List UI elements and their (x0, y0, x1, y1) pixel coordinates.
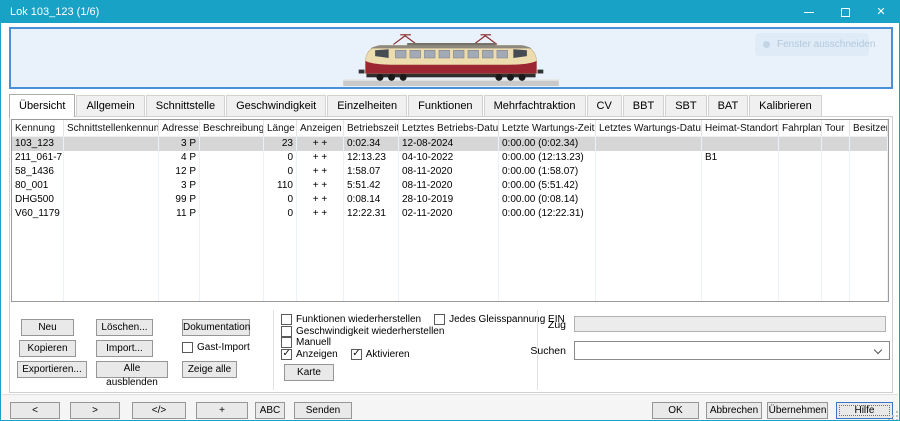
fenster-ausschneiden-label: Fenster ausschneiden (777, 39, 875, 50)
tab-bat[interactable]: BAT (708, 95, 749, 116)
maximize-icon (841, 8, 850, 17)
tab-einzelheiten[interactable]: Einzelheiten (327, 95, 407, 116)
suchen-combobox[interactable] (574, 341, 890, 360)
column-header-letztes_wartungs_datum[interactable]: Letztes Wartungs-Datum (596, 120, 702, 136)
checkbox-box (281, 314, 292, 325)
column-header-heimat_standort[interactable]: Heimat-Standort (702, 120, 779, 136)
table-filler (12, 221, 888, 301)
karte-button[interactable]: Karte (284, 364, 334, 381)
hilfe-button[interactable]: Hilfe (836, 402, 893, 419)
aktivieren-checkbox[interactable]: Aktivieren (351, 349, 410, 360)
tab-übersicht[interactable]: Übersicht (9, 94, 75, 117)
column-header-anzeigen[interactable]: Anzeigen (297, 120, 344, 136)
tab-kalibrieren[interactable]: Kalibrieren (749, 95, 822, 116)
plus-button[interactable]: + (196, 402, 248, 419)
column-header-tour[interactable]: Tour (822, 120, 850, 136)
chevron-down-icon (874, 346, 882, 354)
compare-button[interactable]: </> (132, 402, 186, 419)
snip-dot-icon (763, 41, 770, 48)
table-row[interactable]: 211_061-74 P0+ +12:13.2304-10-20220:00.0… (12, 151, 888, 165)
exportieren-button[interactable]: Exportieren... (17, 361, 87, 378)
column-header-besitzer[interactable]: Besitzer (850, 120, 888, 136)
column-header-laenge[interactable]: Länge (264, 120, 297, 136)
ok-button[interactable]: OK (652, 402, 699, 419)
fenster-ausschneiden-ghost-button[interactable]: Fenster ausschneiden (755, 33, 869, 56)
kopieren-button[interactable]: Kopieren (19, 340, 76, 357)
table-row[interactable]: V60_117911 P0+ +12:22.3102-11-20200:00.0… (12, 207, 888, 221)
tab-funktionen[interactable]: Funktionen (408, 95, 482, 116)
loco-table: KennungSchnittstellenkennungAdresseBesch… (11, 119, 889, 302)
column-header-betriebszeit[interactable]: Betriebszeit (344, 120, 399, 136)
table-header: KennungSchnittstellenkennungAdresseBesch… (12, 120, 888, 137)
column-header-fahrplan[interactable]: Fahrplan (779, 120, 822, 136)
manuell-checkbox[interactable]: Manuell (281, 337, 331, 348)
checkbox-box (281, 326, 292, 337)
table-row[interactable]: DHG50099 P0+ +0:08.1428-10-20190:00.00 (… (12, 193, 888, 207)
checkbox-box (182, 342, 193, 353)
tab-geschwindigkeit[interactable]: Geschwindigkeit (226, 95, 326, 116)
options-group: Funktionen wiederherstellenJedes Gleissp… (281, 314, 565, 360)
title-bar: Lok 103_123 (1/6) ✕ (1, 1, 899, 23)
checkbox-box (351, 349, 362, 360)
minimize-button[interactable] (791, 1, 827, 23)
close-icon: ✕ (876, 7, 885, 18)
tab-bbt[interactable]: BBT (623, 95, 664, 116)
suchen-label: Suchen (524, 345, 566, 357)
zug-label: Zug (536, 319, 566, 331)
table-body: 103_1233 P23+ +0:02.3412-08-20240:00.00 … (12, 137, 888, 301)
abc-button[interactable]: ABC (255, 402, 285, 419)
checkbox-box (281, 337, 292, 348)
column-header-beschreibung[interactable]: Beschreibung (200, 120, 264, 136)
neu-button[interactable]: Neu (21, 319, 74, 336)
anzeigen-checkbox[interactable]: Anzeigen (281, 349, 338, 360)
alle-ausblenden-button[interactable]: Alle ausblenden (96, 361, 168, 378)
table-row[interactable]: 80_0013 P110+ +5:51.4208-11-20200:00.00 … (12, 179, 888, 193)
tab-strip: ÜbersichtAllgemeinSchnittstelleGeschwind… (9, 94, 893, 116)
locomotive-image (334, 29, 569, 87)
abbrechen-button[interactable]: Abbrechen (706, 402, 762, 419)
dokumentation-button[interactable]: Dokumentation (182, 319, 250, 336)
funktionen-wiederherstellen-checkbox[interactable]: Funktionen wiederherstellen (281, 314, 421, 325)
senden-button[interactable]: Senden (294, 402, 352, 419)
lok-dialog-window: Lok 103_123 (1/6) ✕ (0, 0, 900, 421)
table-row[interactable]: 103_1233 P23+ +0:02.3412-08-20240:00.00 … (12, 137, 888, 151)
resize-grip[interactable] (892, 415, 894, 417)
close-button[interactable]: ✕ (863, 1, 899, 23)
checkbox-box (281, 349, 292, 360)
next-button[interactable]: > (70, 402, 120, 419)
zeige-alle-button[interactable]: Zeige alle (182, 361, 237, 378)
tab-cv[interactable]: CV (587, 95, 622, 116)
content-panel: KennungSchnittstellenkennungAdresseBesch… (9, 116, 893, 393)
maximize-button[interactable] (827, 1, 863, 23)
column-header-schnittstellenkennung[interactable]: Schnittstellenkennung (64, 120, 159, 136)
gast-import-checkbox[interactable]: Gast-Import (182, 342, 250, 353)
tab-schnittstelle[interactable]: Schnittstelle (146, 95, 225, 116)
minimize-icon (804, 12, 814, 13)
uebernehmen-button[interactable]: Übernehmen (767, 402, 828, 419)
column-header-kennung[interactable]: Kennung (12, 120, 64, 136)
loco-image-panel: Fenster ausschneiden (9, 27, 893, 89)
bottom-bar: < > </> + ABC Senden OK Abbrechen Übernehmen Hil… (2, 394, 898, 421)
checkbox-box (434, 314, 445, 325)
tab-allgemein[interactable]: Allgemein (76, 95, 144, 116)
divider (273, 310, 274, 390)
table-row[interactable]: 58_143612 P0+ +1:58.0708-11-20200:00.00 … (12, 165, 888, 179)
zug-field[interactable] (574, 316, 886, 332)
window-title: Lok 103_123 (1/6) (1, 6, 791, 18)
prev-button[interactable]: < (10, 402, 60, 419)
tab-mehrfachtraktion[interactable]: Mehrfachtraktion (484, 95, 586, 116)
tab-sbt[interactable]: SBT (665, 95, 706, 116)
column-header-letztes_betriebs_datum[interactable]: Letztes Betriebs-Datum (399, 120, 499, 136)
import-button[interactable]: Import... (96, 340, 153, 357)
geschwindigkeit-wiederherstellen-checkbox[interactable]: Geschwindigkeit wiederherstellen (281, 326, 444, 337)
gast-import-label: Gast-Import (197, 342, 250, 353)
loeschen-button[interactable]: Löschen... (96, 319, 153, 336)
column-header-adresse[interactable]: Adresse (159, 120, 200, 136)
column-header-letzte_wartungs_zeit[interactable]: Letzte Wartungs-Zeit (499, 120, 596, 136)
